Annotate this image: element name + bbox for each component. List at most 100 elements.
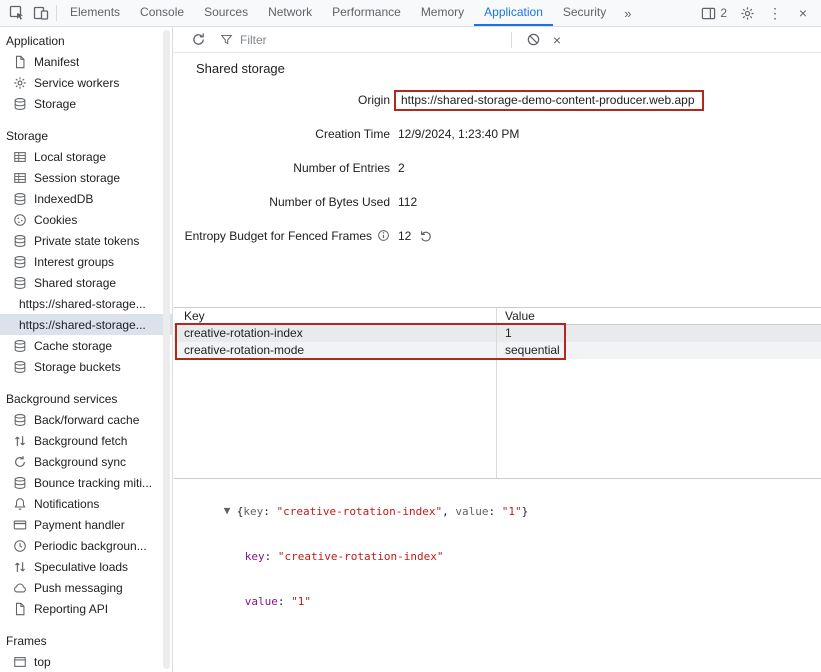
cloud-icon — [13, 581, 27, 595]
up-down-arrows-icon — [13, 560, 27, 574]
tab-security[interactable]: Security — [553, 0, 616, 26]
sync-arrows-icon — [13, 455, 27, 469]
sidebar-item-push-messaging[interactable]: Push messaging — [0, 577, 172, 598]
sidebar-item-local-storage[interactable]: Local storage — [0, 146, 172, 167]
table-row[interactable]: creative-rotation-index 1 — [174, 325, 821, 342]
sidebar-item-indexeddb[interactable]: IndexedDB — [0, 188, 172, 209]
close-brace: } — [522, 505, 529, 518]
sidebar-item-speculative-loads[interactable]: Speculative loads — [0, 556, 172, 577]
property-string-value: "creative-rotation-index" — [278, 550, 444, 563]
sidebar-item-notifications[interactable]: Notifications — [0, 493, 172, 514]
sidebar-item-reporting-api[interactable]: Reporting API — [0, 598, 172, 619]
filter-input[interactable]: Filter — [220, 33, 502, 47]
database-icon — [13, 476, 27, 490]
creation-time-value: 12/9/2024, 1:23:40 PM — [398, 127, 519, 141]
sidebar-item-session-storage[interactable]: Session storage — [0, 167, 172, 188]
entropy-budget-value: 12 — [398, 229, 411, 243]
settings-gear-icon[interactable] — [735, 1, 759, 25]
table-grid-icon — [13, 150, 27, 164]
field-row-origin: Origin https://shared-storage-demo-conte… — [174, 83, 821, 117]
kebab-menu-icon[interactable]: ⋮ — [763, 1, 787, 25]
preview-summary-row[interactable]: ▼{key: "creative-rotation-index", value:… — [184, 488, 821, 534]
colon: : — [488, 505, 501, 518]
filter-placeholder: Filter — [240, 33, 267, 47]
device-toolbar-icon[interactable] — [29, 1, 53, 25]
sidebar-item-periodic-background-sync[interactable]: Periodic backgroun... — [0, 535, 172, 556]
panel-toolbar: Filter × — [174, 27, 821, 53]
issues-badge[interactable]: 2 — [697, 6, 731, 21]
summary-key-name: key — [243, 505, 263, 518]
column-header-key[interactable]: Key — [174, 308, 497, 324]
tabbar-right-controls: 2 ⋮ × — [697, 1, 821, 25]
section-title-application: Application — [0, 31, 172, 51]
database-icon — [13, 276, 27, 290]
delete-all-icon[interactable] — [521, 28, 545, 52]
cell-value: 1 — [497, 325, 821, 342]
section-title-storage: Storage — [0, 126, 172, 146]
preview-property-row[interactable]: value: "1" — [184, 579, 821, 624]
colon: : — [263, 505, 276, 518]
inspect-element-icon[interactable] — [5, 1, 29, 25]
sidebar-item-bounce-tracking-mitigations[interactable]: Bounce tracking miti... — [0, 472, 172, 493]
reset-budget-icon[interactable] — [419, 229, 433, 243]
clock-icon — [13, 539, 27, 553]
more-tabs-button[interactable]: » — [616, 6, 639, 21]
origin-value annotation-box-origin: https://shared-storage-demo-content-prod… — [394, 90, 704, 111]
sidebar-item-cookies[interactable]: Cookies — [0, 209, 172, 230]
preview-property-row[interactable]: key: "creative-rotation-index" — [184, 534, 821, 579]
cell-key: creative-rotation-mode — [174, 342, 497, 359]
delete-selected-icon[interactable]: × — [545, 28, 569, 52]
credit-card-icon — [13, 518, 27, 532]
sidebar-section-application: Application Manifest Service workers Sto… — [0, 31, 172, 114]
expand-triangle-icon[interactable]: ▼ — [224, 503, 237, 518]
sidebar-item-storage[interactable]: Storage — [0, 93, 172, 114]
entropy-label-text: Entropy Budget for Fenced Frames — [185, 229, 372, 243]
comma: , — [442, 505, 455, 518]
sidebar-item-back-forward-cache[interactable]: Back/forward cache — [0, 409, 172, 430]
sidebar-item-payment-handler[interactable]: Payment handler — [0, 514, 172, 535]
panel-icon — [701, 6, 716, 21]
sidebar-item-frame-top[interactable]: top — [0, 651, 172, 672]
field-row-bytes-used: Number of Bytes Used 112 — [174, 185, 821, 219]
tab-network[interactable]: Network — [258, 0, 322, 26]
frame-window-icon — [13, 655, 27, 669]
tab-application[interactable]: Application — [474, 0, 553, 26]
sidebar-item-storage-buckets[interactable]: Storage buckets — [0, 356, 172, 377]
filter-funnel-icon — [220, 33, 233, 46]
tab-elements[interactable]: Elements — [60, 0, 130, 26]
metadata-fields: Origin https://shared-storage-demo-conte… — [174, 83, 821, 253]
sidebar-item-manifest[interactable]: Manifest — [0, 51, 172, 72]
sidebar-item-private-state-tokens[interactable]: Private state tokens — [0, 230, 172, 251]
sidebar-item-interest-groups[interactable]: Interest groups — [0, 251, 172, 272]
property-string-value: "1" — [291, 595, 311, 608]
bytes-used-value: 112 — [398, 195, 417, 209]
refresh-icon[interactable] — [186, 28, 210, 52]
shared-storage-panel: Filter × Shared storage Origin https://s… — [174, 27, 821, 672]
sidebar-section-storage: Storage Local storage Session storage In… — [0, 126, 172, 377]
entries-count-value: 2 — [398, 161, 405, 175]
sidebar-scrollbar[interactable] — [163, 30, 170, 669]
sidebar-item-cache-storage[interactable]: Cache storage — [0, 335, 172, 356]
toolbar-divider — [56, 5, 57, 21]
sidebar-item-shared-storage-origin-1[interactable]: https://shared-storage... — [0, 293, 172, 314]
close-devtools-icon[interactable]: × — [791, 1, 815, 25]
tab-sources[interactable]: Sources — [194, 0, 258, 26]
sidebar-item-shared-storage-origin-2[interactable]: https://shared-storage... — [0, 314, 172, 335]
table-row[interactable]: creative-rotation-mode sequential — [174, 342, 821, 359]
tab-performance[interactable]: Performance — [322, 0, 411, 26]
summary-key-string: "creative-rotation-index" — [277, 505, 443, 518]
field-row-creation-time: Creation Time 12/9/2024, 1:23:40 PM — [174, 117, 821, 151]
column-header-value[interactable]: Value — [497, 308, 821, 324]
database-icon — [13, 360, 27, 374]
object-preview-pane: ▼{key: "creative-rotation-index", value:… — [174, 478, 821, 672]
tab-memory[interactable]: Memory — [411, 0, 474, 26]
info-icon[interactable] — [377, 229, 390, 242]
sidebar-item-shared-storage[interactable]: Shared storage — [0, 272, 172, 293]
grid-header-row: Key Value — [174, 308, 821, 325]
field-label: Number of Entries — [174, 161, 390, 175]
sidebar-item-background-sync[interactable]: Background sync — [0, 451, 172, 472]
sidebar-item-background-fetch[interactable]: Background fetch — [0, 430, 172, 451]
sidebar-item-service-workers[interactable]: Service workers — [0, 72, 172, 93]
tab-console[interactable]: Console — [130, 0, 194, 26]
database-icon — [13, 234, 27, 248]
